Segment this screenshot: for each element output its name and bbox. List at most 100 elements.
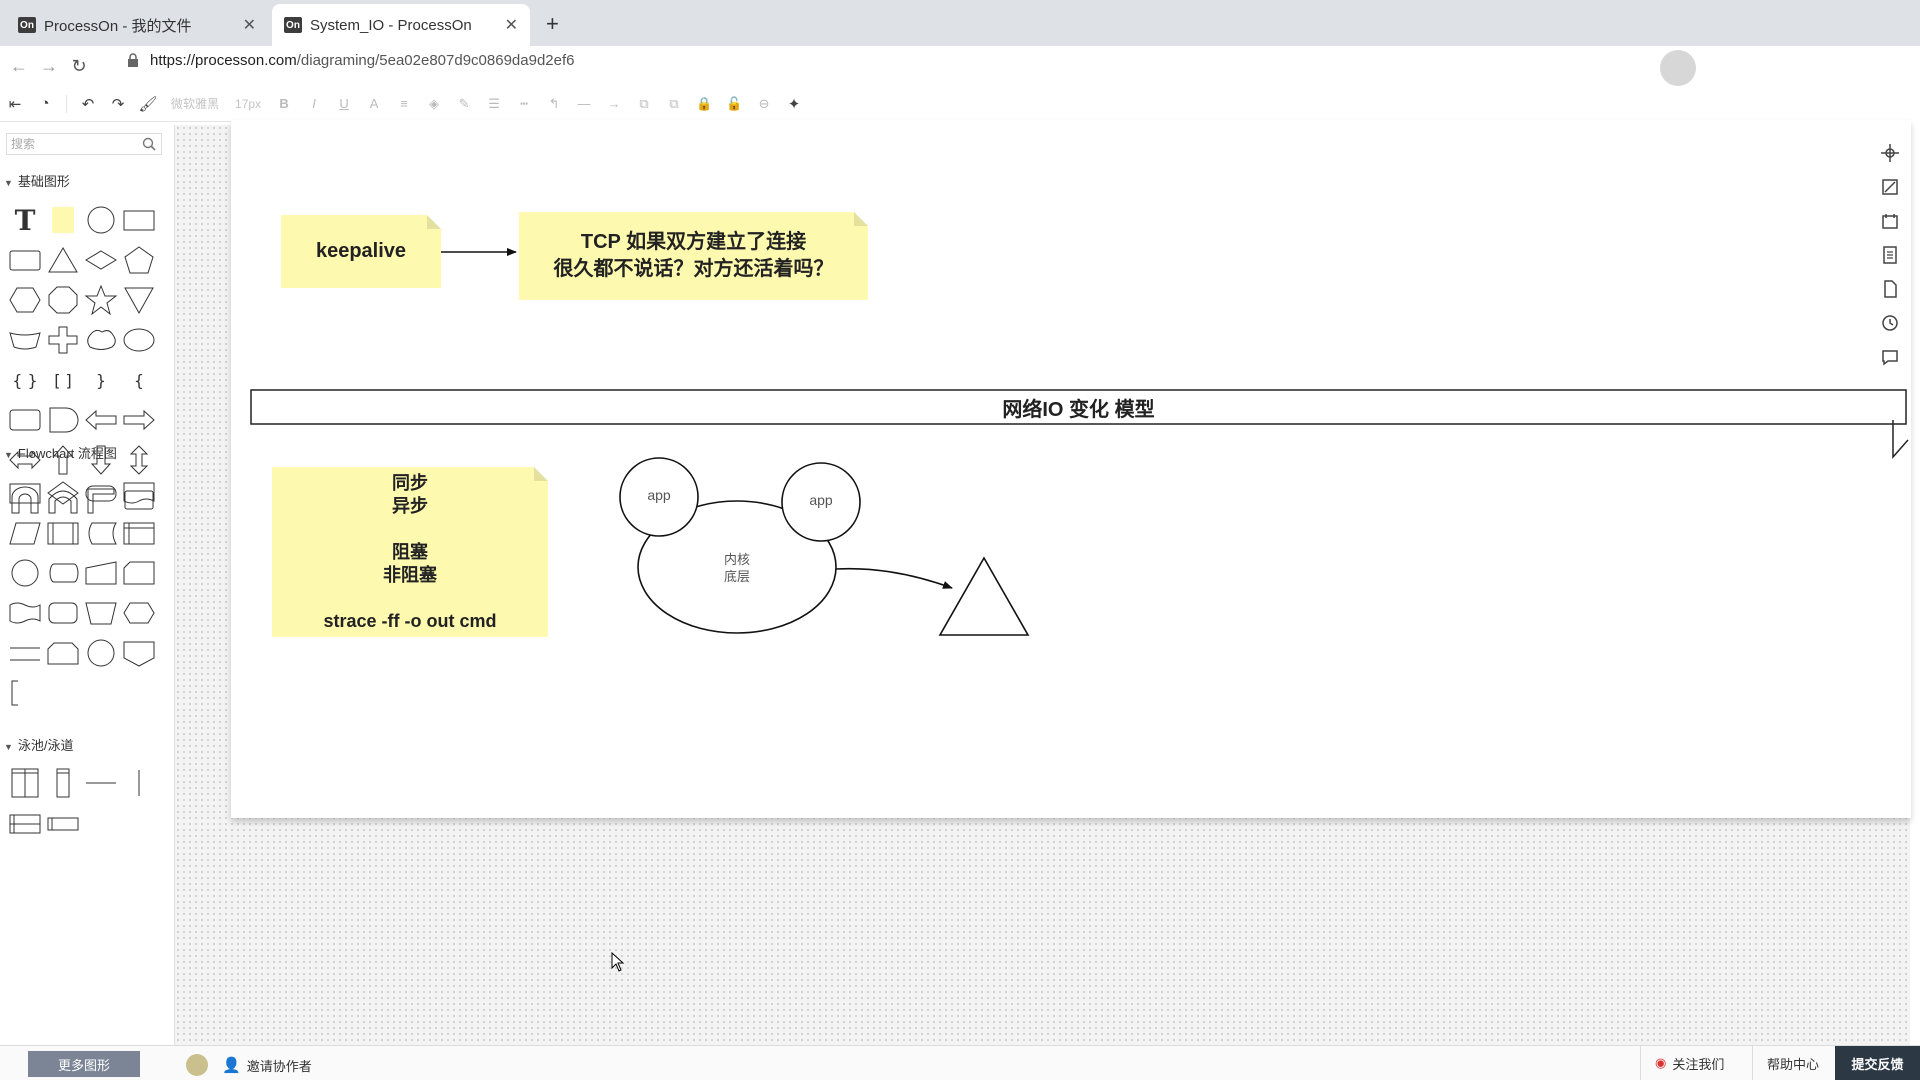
diamond-shape[interactable] [82,240,120,280]
card-flow-shape[interactable] [120,553,158,593]
card-shape[interactable] [6,400,44,440]
decision-shape[interactable] [44,473,82,513]
start-arrow-icon[interactable]: — [569,90,599,118]
line-color-icon[interactable]: ✎ [449,90,479,118]
hexagon-shape[interactable] [6,280,44,320]
section-basic-shapes[interactable]: ▼ 基础图形 [4,171,70,190]
lock-shape-icon[interactable]: 🔒 [689,90,719,118]
star-shape[interactable] [82,280,120,320]
italic-button[interactable]: I [299,90,329,118]
link-icon[interactable]: ⊖ [749,90,779,118]
line-width-icon[interactable]: ☰ [479,90,509,118]
inverted-triangle-shape[interactable] [120,280,158,320]
connector-type-icon[interactable]: ↰ [539,90,569,118]
navigator-icon[interactable] [1870,136,1910,170]
vertical-pool-shape[interactable] [6,763,44,803]
new-tab-button[interactable]: + [546,11,559,37]
bring-front-icon[interactable]: ⧉ [629,90,659,118]
left-arrow-shape[interactable] [82,400,120,440]
exit-icon[interactable]: ⇤ [0,90,30,118]
follow-us-link[interactable]: ◉ 关注我们 [1640,1046,1738,1080]
section-flowchart[interactable]: ▼ Flowchart 流程图 [4,443,117,462]
terminator-shape[interactable] [82,473,120,513]
more-shapes-button[interactable]: 更多图形 [28,1051,140,1077]
stored-data-shape[interactable] [82,513,120,553]
right-brace-shape[interactable]: } [82,360,120,400]
left-brace-shape[interactable]: { [120,360,158,400]
send-back-icon[interactable]: ⧉ [659,90,689,118]
note-shape[interactable] [44,200,82,240]
font-family-select[interactable]: 微软雅黑 [163,95,227,112]
annotation-shape[interactable] [6,673,44,713]
cloud-shape[interactable] [82,320,120,360]
forward-icon[interactable]: → [34,56,64,77]
redo-icon[interactable]: ↷ [103,90,133,118]
end-arrow-icon[interactable]: → [599,90,629,118]
octagon-shape[interactable] [44,280,82,320]
comment-icon[interactable] [1870,340,1910,374]
align-icon[interactable]: ≡ [389,90,419,118]
section-swimlane[interactable]: ▼ 泳池/泳道 [4,735,74,754]
fill-color-icon[interactable]: ◈ [419,90,449,118]
document-shape[interactable] [120,473,158,513]
predefined-process-shape[interactable] [44,513,82,553]
diagram-page[interactable]: keepalive TCP 如果双方建立了连接 很久都不说话？对方还活着吗？ 网… [231,120,1911,818]
horizontal-pool-shape[interactable] [6,803,44,843]
undo-icon[interactable]: ↶ [73,90,103,118]
document-icon[interactable] [1870,272,1910,306]
vertical-separator-shape[interactable] [120,763,158,803]
braces-shape[interactable]: { } [6,360,44,400]
rectangle-shape[interactable] [120,200,158,240]
format-painter-icon[interactable]: 🖌 [133,90,163,118]
data-properties-icon[interactable] [1870,238,1910,272]
drawing-canvas[interactable]: keepalive TCP 如果双方建立了连接 很久都不说话？对方还活着吗？ 网… [175,120,1911,1045]
tab-my-files[interactable]: On ProcessOn - 我的文件 ✕ [6,4,268,46]
data-shape[interactable] [6,513,44,553]
tape-shape[interactable] [6,593,44,633]
loop-limit-shape[interactable] [44,633,82,673]
preparation-shape[interactable] [44,593,82,633]
font-size-select[interactable]: 17px [227,97,269,111]
history-icon[interactable] [1870,306,1910,340]
delay-shape[interactable] [44,400,82,440]
page-settings-icon[interactable] [1870,204,1910,238]
rounded-rect-shape[interactable] [6,240,44,280]
unlock-shape-icon[interactable]: 🔓 [719,90,749,118]
search-icon[interactable] [142,137,156,151]
help-center-link[interactable]: 帮助中心 [1752,1046,1833,1080]
pentagon-shape[interactable] [120,240,158,280]
feedback-button[interactable]: 提交反馈 [1835,1046,1920,1080]
style-icon[interactable] [1870,170,1910,204]
triangle-shape-node[interactable] [938,556,1030,636]
manual-operation-shape[interactable] [82,593,120,633]
process-shape[interactable] [6,473,44,513]
cross-shape[interactable] [44,320,82,360]
tab-system-io[interactable]: On System_IO - ProcessOn ✕ [272,4,530,46]
invite-collaborator-button[interactable]: 👤 邀请协作者 [186,1054,312,1076]
direct-data-shape[interactable] [44,553,82,593]
connector-shape[interactable] [6,553,44,593]
magic-wand-icon[interactable]: ✦ [779,90,809,118]
shapes-icon[interactable]: ◔ [30,90,60,118]
close-icon[interactable]: ✕ [505,15,518,35]
hexagon-flow-shape[interactable] [120,593,158,633]
horizontal-lane-shape[interactable] [44,803,82,843]
vertical-lane-shape[interactable] [44,763,82,803]
search-input[interactable]: 搜索 [6,133,162,155]
text-shape[interactable]: T [6,200,44,240]
horizontal-line-shape[interactable] [6,633,44,673]
wave-shape[interactable] [6,320,44,360]
horizontal-separator-shape[interactable] [82,763,120,803]
note-tcp-question[interactable]: TCP 如果双方建立了连接 很久都不说话？对方还活着吗？ [519,212,868,300]
brackets-shape[interactable]: [ ] [44,360,82,400]
internal-storage-shape[interactable] [120,513,158,553]
close-icon[interactable]: ✕ [243,15,256,35]
note-keepalive[interactable]: keepalive [281,215,441,288]
manual-input-shape[interactable] [82,553,120,593]
arrow-kernel-to-triangle[interactable] [835,567,953,589]
line-style-icon[interactable]: ┅ [509,90,539,118]
url-field[interactable]: https://processon.com/diagraming/5ea02e8… [150,52,574,69]
right-arrow-shape[interactable] [120,400,158,440]
font-color-button[interactable]: A [359,90,389,118]
underline-button[interactable]: U [329,90,359,118]
